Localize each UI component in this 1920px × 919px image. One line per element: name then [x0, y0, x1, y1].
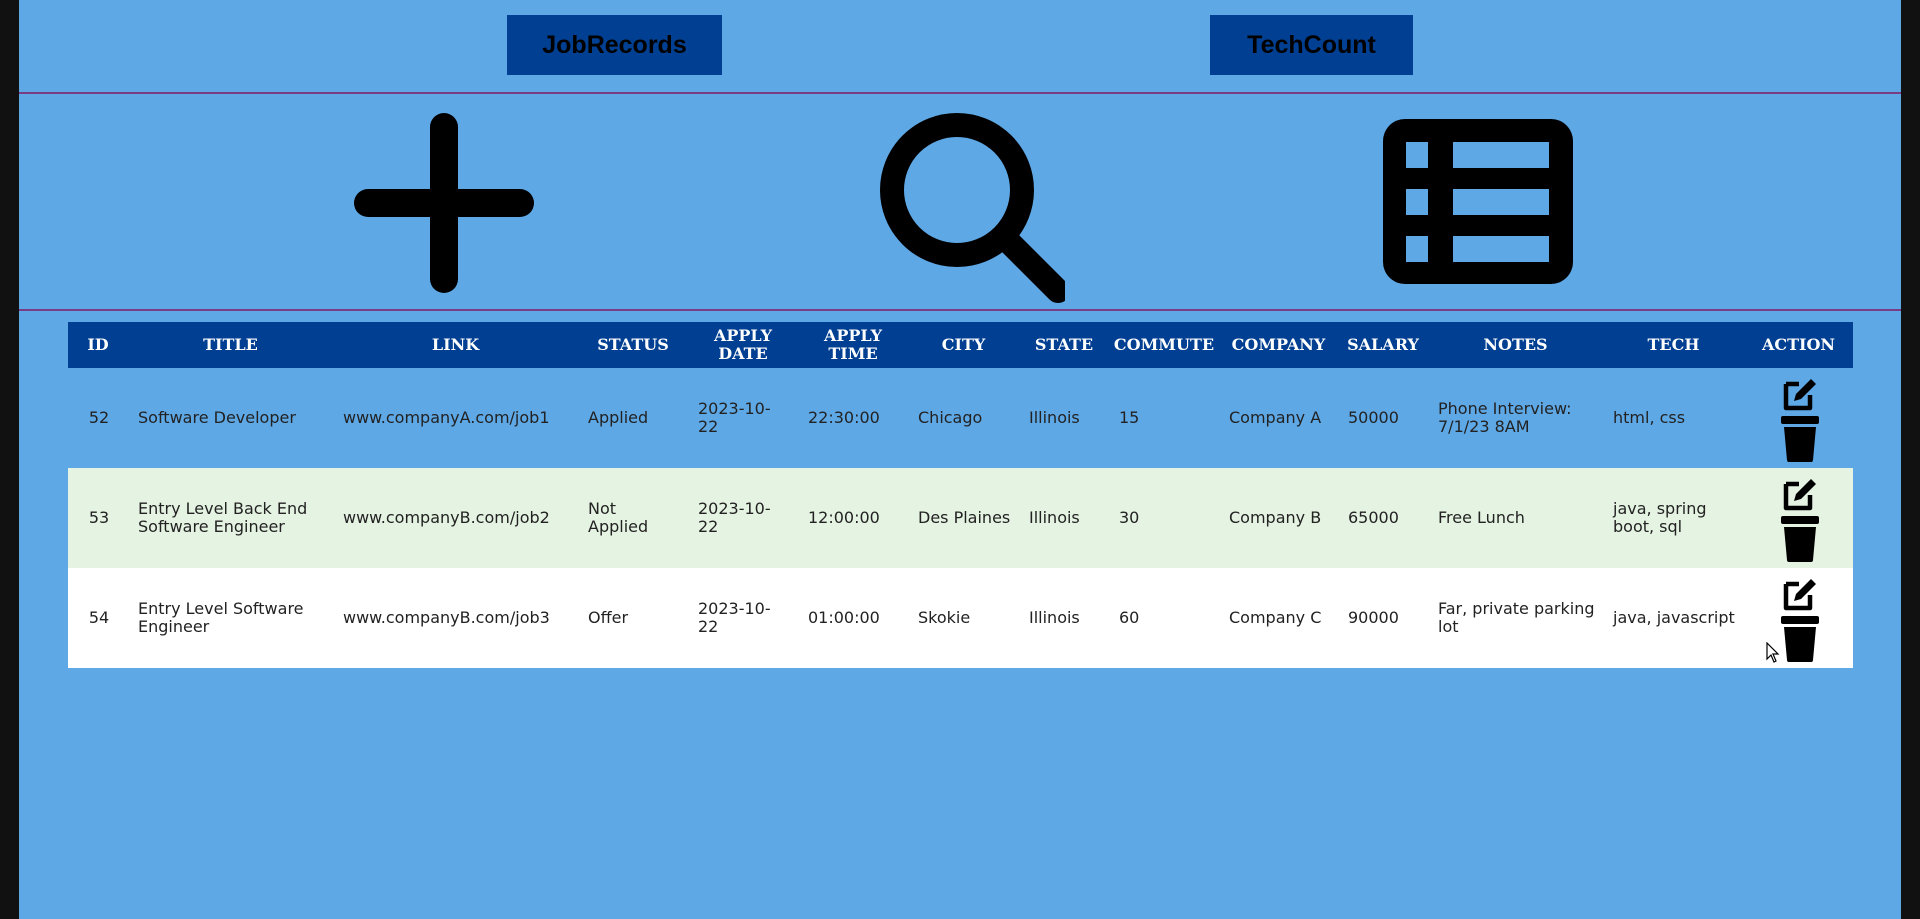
cell-title: Software Developer [128, 368, 333, 468]
top-nav: JobRecords TechCount [19, 0, 1901, 94]
cell-company: Company A [1219, 368, 1338, 468]
header-salary: SALARY [1338, 322, 1428, 368]
cell-id: 52 [68, 368, 128, 468]
table-row: 52 Software Developer www.companyA.com/j… [68, 368, 1853, 468]
cell-apply-time: 22:30:00 [798, 368, 908, 468]
header-id: ID [68, 322, 128, 368]
cell-status: Not Applied [578, 468, 688, 568]
cell-company: Company B [1219, 468, 1338, 568]
edit-icon[interactable] [1780, 474, 1820, 514]
cell-city: Des Plaines [908, 468, 1019, 568]
cell-action [1744, 468, 1853, 568]
cell-salary: 90000 [1338, 568, 1428, 668]
header-city: CITY [908, 322, 1019, 368]
cell-action [1744, 368, 1853, 468]
cell-state: Illinois [1019, 568, 1109, 668]
cell-action [1744, 568, 1853, 668]
cell-apply-date: 2023-10-22 [688, 468, 798, 568]
cell-city: Chicago [908, 368, 1019, 468]
cell-link: www.companyA.com/job1 [333, 368, 578, 468]
table-icon[interactable] [1383, 119, 1583, 289]
cell-salary: 65000 [1338, 468, 1428, 568]
cell-commute: 60 [1109, 568, 1219, 668]
header-notes: NOTES [1428, 322, 1603, 368]
header-apply-date: APPLY DATE [688, 322, 798, 368]
row-actions [1780, 374, 1820, 462]
plus-icon[interactable] [354, 113, 534, 293]
cell-commute: 30 [1109, 468, 1219, 568]
cell-apply-date: 2023-10-22 [688, 368, 798, 468]
cell-notes: Phone Interview: 7/1/23 8AM [1428, 368, 1603, 468]
cell-link: www.companyB.com/job3 [333, 568, 578, 668]
cell-tech: java, javascript [1603, 568, 1744, 668]
cell-company: Company C [1219, 568, 1338, 668]
cell-tech: java, spring boot, sql [1603, 468, 1744, 568]
table-row: 53 Entry Level Back End Software Enginee… [68, 468, 1853, 568]
cell-link: www.companyB.com/job2 [333, 468, 578, 568]
cell-notes: Free Lunch [1428, 468, 1603, 568]
cell-status: Applied [578, 368, 688, 468]
cell-tech: html, css [1603, 368, 1744, 468]
row-actions [1780, 474, 1820, 562]
trash-icon[interactable] [1780, 616, 1820, 662]
cell-apply-time: 01:00:00 [798, 568, 908, 668]
app-window: JobRecords TechCount ID TITLE LINK STATU… [19, 0, 1901, 919]
job-records-table: ID TITLE LINK STATUS APPLY DATE APPLY TI… [68, 322, 1853, 668]
action-toolbar [19, 94, 1901, 311]
table-row: 54 Entry Level Software Engineer www.com… [68, 568, 1853, 668]
header-company: COMPANY [1219, 322, 1338, 368]
header-status: STATUS [578, 322, 688, 368]
header-action: ACTION [1744, 322, 1853, 368]
header-apply-time: APPLY TIME [798, 322, 908, 368]
cell-commute: 15 [1109, 368, 1219, 468]
edit-icon[interactable] [1780, 374, 1820, 414]
cell-status: Offer [578, 568, 688, 668]
mouse-cursor-icon [1766, 641, 1780, 668]
cell-title: Entry Level Software Engineer [128, 568, 333, 668]
header-state: STATE [1019, 322, 1109, 368]
cell-state: Illinois [1019, 368, 1109, 468]
table-header-row: ID TITLE LINK STATUS APPLY DATE APPLY TI… [68, 322, 1853, 368]
cell-id: 54 [68, 568, 128, 668]
cell-apply-time: 12:00:00 [798, 468, 908, 568]
edit-icon[interactable] [1780, 574, 1820, 614]
header-commute: COMMUTE [1109, 322, 1219, 368]
cell-apply-date: 2023-10-22 [688, 568, 798, 668]
cell-city: Skokie [908, 568, 1019, 668]
header-title: TITLE [128, 322, 333, 368]
cell-title: Entry Level Back End Software Engineer [128, 468, 333, 568]
cell-id: 53 [68, 468, 128, 568]
cell-notes: Far, private parking lot [1428, 568, 1603, 668]
techcount-button[interactable]: TechCount [1210, 15, 1413, 75]
trash-icon[interactable] [1780, 516, 1820, 562]
search-icon[interactable] [865, 106, 1065, 306]
cell-state: Illinois [1019, 468, 1109, 568]
header-tech: TECH [1603, 322, 1744, 368]
row-actions [1780, 574, 1820, 662]
cell-salary: 50000 [1338, 368, 1428, 468]
header-link: LINK [333, 322, 578, 368]
trash-icon[interactable] [1780, 416, 1820, 462]
jobrecords-button[interactable]: JobRecords [507, 15, 722, 75]
